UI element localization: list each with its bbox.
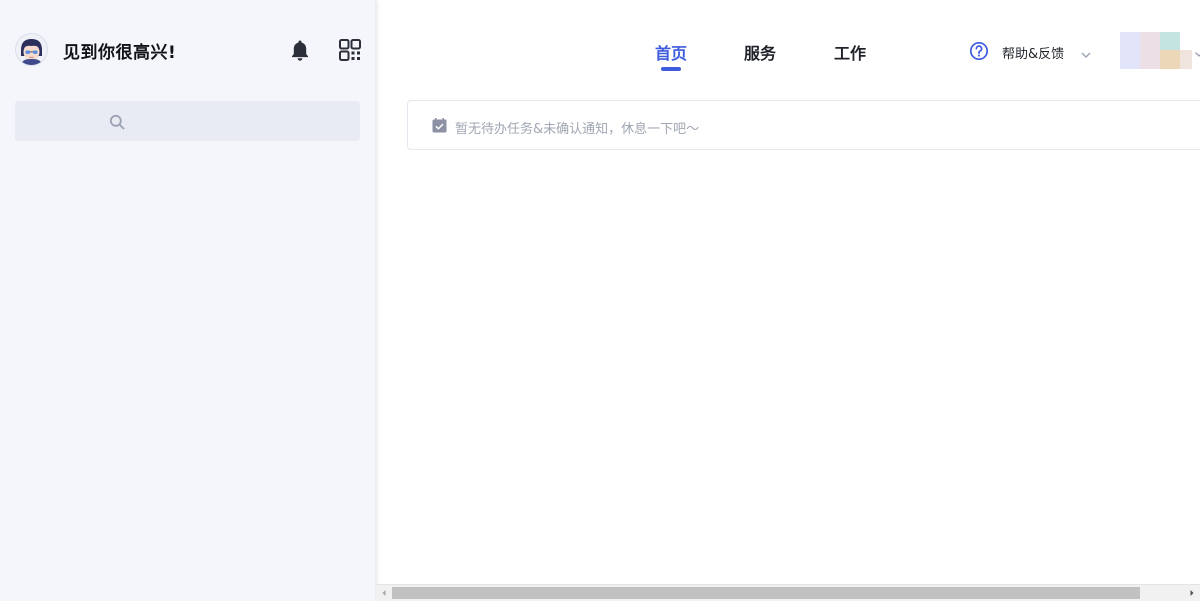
qr-code-icon[interactable] (338, 38, 362, 62)
tab-label: 工作 (834, 44, 867, 63)
tab-home[interactable]: 首页 (655, 40, 688, 71)
avatar[interactable] (16, 34, 47, 65)
app-window: 见到你很高兴! 首页 服务 工作 帮助&反馈 暂无待办任务&未确认通知，休息一下… (0, 0, 1200, 601)
chevron-down-icon[interactable] (1194, 44, 1200, 57)
sidebar-header: 见到你很高兴! (0, 0, 375, 100)
help-circle-icon (969, 41, 989, 61)
search-box[interactable] (15, 101, 360, 141)
chevron-down-icon (1080, 46, 1092, 58)
tab-services[interactable]: 服务 (744, 40, 776, 64)
scrollbar-thumb[interactable] (392, 587, 1140, 599)
avatar-illustration-icon (16, 34, 47, 65)
calendar-check-icon (432, 118, 447, 133)
search-input[interactable] (131, 101, 351, 141)
scroll-right-arrow-icon[interactable] (1184, 585, 1200, 601)
search-icon (109, 114, 125, 130)
tab-work[interactable]: 工作 (834, 40, 866, 64)
tab-label: 首页 (655, 44, 688, 63)
scroll-left-arrow-icon[interactable] (376, 585, 392, 601)
user-avatar[interactable] (1120, 32, 1192, 69)
sidebar: 见到你很高兴! (0, 0, 375, 601)
main-content: 首页 服务 工作 帮助&反馈 暂无待办任务&未确认通知，休息一下吧～ (376, 0, 1200, 601)
greeting-text: 见到你很高兴! (63, 43, 177, 63)
tab-label: 服务 (744, 44, 777, 63)
active-tab-indicator (661, 67, 681, 71)
help-feedback-label: 帮助&反馈 (1002, 47, 1065, 62)
horizontal-scrollbar[interactable] (376, 584, 1200, 601)
todo-notice-card: 暂无待办任务&未确认通知，休息一下吧～ (407, 100, 1200, 150)
empty-notice-text: 暂无待办任务&未确认通知，休息一下吧～ (455, 122, 700, 137)
bell-icon[interactable] (288, 38, 312, 62)
